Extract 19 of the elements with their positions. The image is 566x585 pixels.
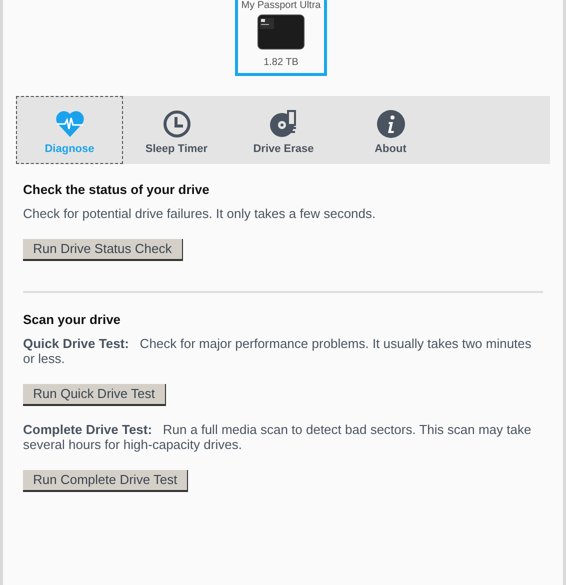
description-text: Complete Drive Test: Run a full media scan to detect bad sectors. This scan may take several hours for high-capacity drives. [23, 422, 532, 452]
run-test-button[interactable]: Run Complete Drive Test [23, 470, 188, 492]
description-text: Check for potential drive failures. It only takes a few seconds. [23, 206, 377, 221]
clock-icon [162, 110, 190, 138]
disc-eraser-icon [268, 110, 298, 138]
device-card[interactable]: My Passport Ultra 1.82 TB [235, 0, 327, 76]
drive-capacity: 1.82 TB [264, 57, 298, 68]
run-test-button[interactable]: Run Quick Drive Test [23, 384, 166, 406]
section-heading: Scan your drive [23, 312, 122, 327]
run-test-button[interactable]: Run Drive Status Check [23, 239, 183, 261]
device-name: My Passport Ultra [241, 0, 321, 11]
description-text: Quick Drive Test: Check for major performance problems. It usually takes two minutes or less. [23, 336, 532, 366]
hard-drive-icon [257, 14, 305, 52]
tab[interactable]: Sleep Timer [123, 96, 230, 164]
heartbeat-icon [54, 110, 84, 138]
tab[interactable]: Drive Erase [230, 96, 337, 164]
tab[interactable]: About [337, 96, 444, 164]
info-icon [376, 110, 404, 138]
section-heading: Check the status of your drive [23, 182, 210, 197]
